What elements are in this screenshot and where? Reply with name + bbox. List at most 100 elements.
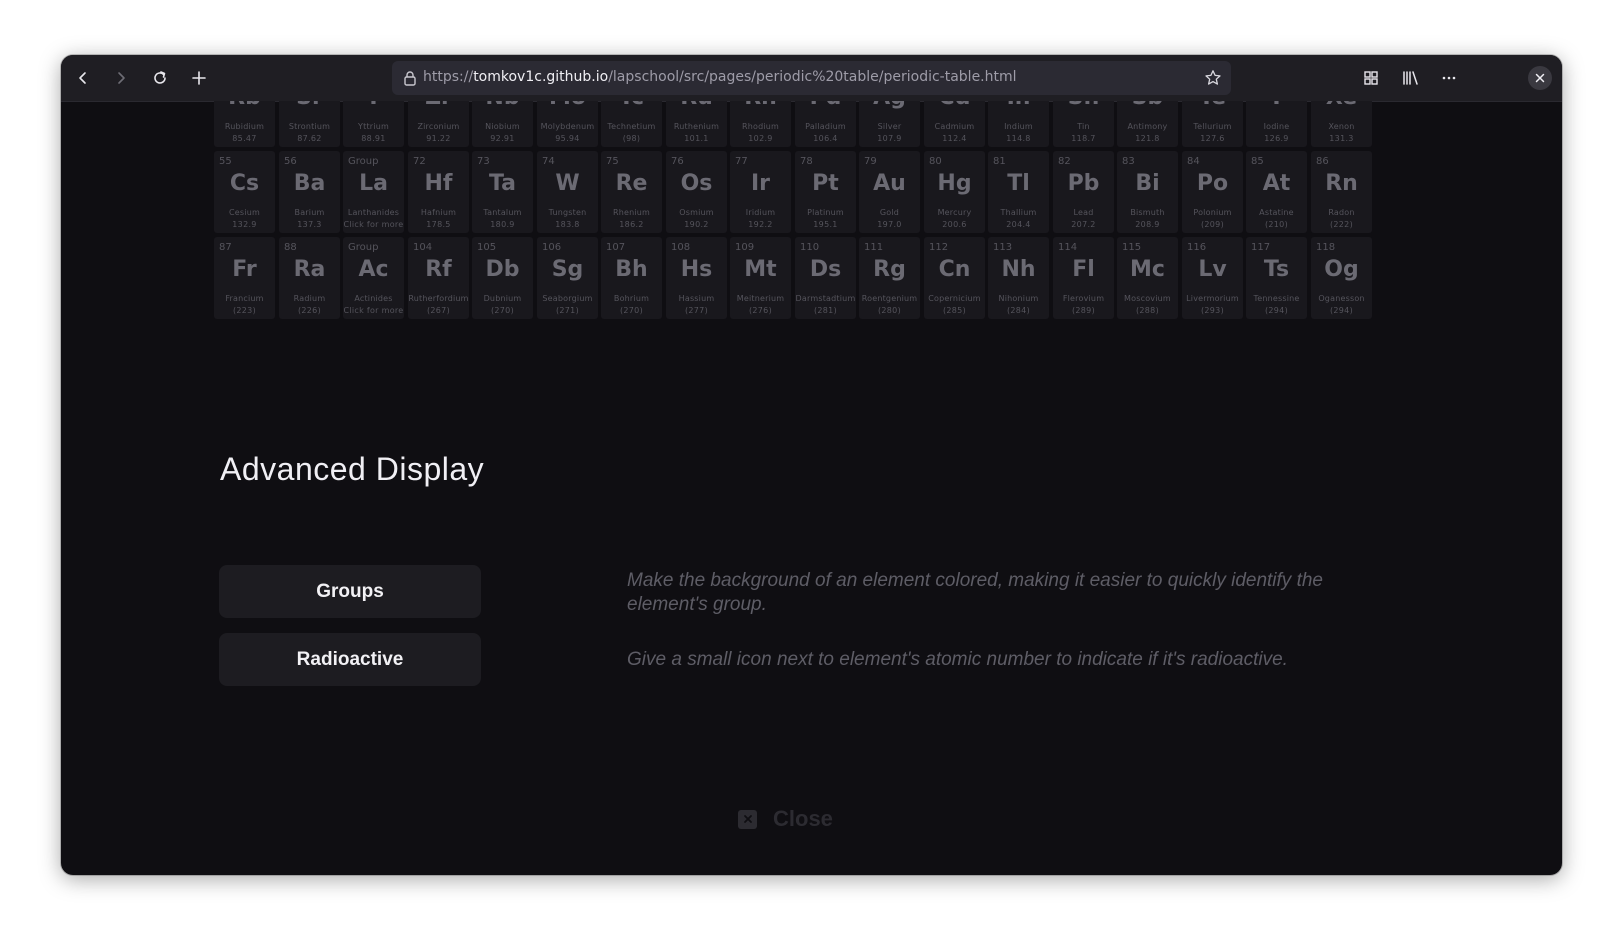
element-cell[interactable]: Sn Tin 118.7 (1053, 101, 1114, 147)
element-cell[interactable]: 81 Tl Thallium 204.4 (988, 151, 1049, 233)
element-cell[interactable]: Sb Antimony 121.8 (1117, 101, 1178, 147)
extensions-button[interactable] (1355, 62, 1387, 94)
element-mass: (210) (1264, 220, 1288, 229)
element-cell[interactable]: Mo Molybdenum 95.94 (537, 101, 598, 147)
groups-button[interactable]: Groups (219, 565, 481, 618)
element-cell[interactable]: Xe Xenon 131.3 (1311, 101, 1372, 147)
more-menu-button[interactable] (1433, 62, 1465, 94)
window-close-button[interactable] (1528, 66, 1552, 90)
element-cell[interactable]: 108 Hs Hassium (277) (666, 237, 727, 319)
element-cell[interactable]: Te Tellurium 127.6 (1182, 101, 1243, 147)
element-cell[interactable]: Zr Zirconium 91.22 (408, 101, 469, 147)
element-mass: 190.2 (684, 220, 709, 229)
new-tab-icon (192, 71, 206, 85)
element-cell[interactable]: Sr Strontium 87.62 (279, 101, 340, 147)
element-cell[interactable]: Rb Rubidium 85.47 (214, 101, 275, 147)
element-cell[interactable]: Cd Cadmium 112.4 (924, 101, 985, 147)
element-cell[interactable]: 105 Db Dubnium (270) (472, 237, 533, 319)
element-cell[interactable]: Ag Silver 107.9 (859, 101, 920, 147)
element-cell[interactable]: 113 Nh Nihonium (284) (988, 237, 1049, 319)
element-cell[interactable]: 107 Bh Bohrium (270) (601, 237, 662, 319)
element-cell[interactable]: Group La Lanthanides Click for more (343, 151, 404, 233)
element-name: Zirconium (417, 122, 460, 131)
element-cell[interactable]: 82 Pb Lead 207.2 (1053, 151, 1114, 233)
forward-button[interactable] (105, 62, 137, 94)
element-cell[interactable]: 115 Mc Moscovium (288) (1117, 237, 1178, 319)
element-cell[interactable]: 110 Ds Darmstadtium (281) (795, 237, 856, 319)
element-symbol: Mo (537, 101, 598, 110)
element-cell[interactable]: 56 Ba Barium 137.3 (279, 151, 340, 233)
element-mass: 137.3 (297, 220, 322, 229)
element-cell[interactable]: 109 Mt Meitnerium (276) (730, 237, 791, 319)
new-tab-button[interactable] (183, 62, 215, 94)
element-number: Group (348, 242, 379, 253)
radioactive-button[interactable]: Radioactive (219, 633, 481, 686)
element-cell[interactable]: Tc Technetium (98) (601, 101, 662, 147)
element-symbol: Ra (293, 257, 326, 282)
element-cell[interactable]: 83 Bi Bismuth 208.9 (1117, 151, 1178, 233)
element-number: 73 (477, 156, 490, 167)
element-number: 117 (1251, 242, 1271, 253)
element-cell[interactable]: 88 Ra Radium (226) (279, 237, 340, 319)
element-symbol: Hs (680, 257, 713, 282)
element-mass: 197.0 (877, 220, 902, 229)
back-button[interactable] (67, 62, 99, 94)
element-cell[interactable]: 104 Rf Rutherfordium (267) (408, 237, 469, 319)
element-symbol: Cd (924, 101, 985, 110)
element-cell[interactable]: 111 Rg Roentgenium (280) (859, 237, 920, 319)
library-button[interactable] (1394, 62, 1426, 94)
url-prefix: https:// (423, 69, 474, 85)
element-cell[interactable]: 116 Lv Livermorium (293) (1182, 237, 1243, 319)
element-cell[interactable]: 76 Os Osmium 190.2 (666, 151, 727, 233)
bookmark-star-icon[interactable] (1204, 69, 1222, 87)
reload-button[interactable] (144, 62, 176, 94)
element-cell[interactable]: 86 Rn Radon (222) (1311, 151, 1372, 233)
element-cell[interactable]: 85 At Astatine (210) (1246, 151, 1307, 233)
element-cell[interactable]: Pd Palladium 106.4 (795, 101, 856, 147)
address-bar[interactable]: https://tomkov1c.github.io/lapschool/src… (392, 61, 1231, 95)
element-cell[interactable]: 73 Ta Tantalum 180.9 (472, 151, 533, 233)
element-name: Flerovium (1062, 294, 1105, 303)
element-mass: 204.4 (1006, 220, 1031, 229)
element-cell[interactable]: 78 Pt Platinum 195.1 (795, 151, 856, 233)
element-mass: 183.8 (555, 220, 580, 229)
close-button[interactable]: Close (738, 801, 833, 837)
element-cell[interactable]: 106 Sg Seaborgium (271) (537, 237, 598, 319)
element-cell[interactable]: 84 Po Polonium (209) (1182, 151, 1243, 233)
element-cell[interactable]: 87 Fr Francium (223) (214, 237, 275, 319)
radioactive-description: Give a small icon next to element's atom… (627, 649, 1288, 670)
element-mass: (293) (1200, 306, 1224, 315)
element-cell[interactable]: 77 Ir Iridium 192.2 (730, 151, 791, 233)
element-cell[interactable]: 55 Cs Cesium 132.9 (214, 151, 275, 233)
element-cell[interactable]: 112 Cn Copernicium (285) (924, 237, 985, 319)
element-cell[interactable]: In Indium 114.8 (988, 101, 1049, 147)
element-name: Lead (1073, 208, 1094, 217)
element-symbol: At (1262, 171, 1291, 196)
element-cell[interactable]: 114 Fl Flerovium (289) (1053, 237, 1114, 319)
element-mass: 186.2 (619, 220, 644, 229)
element-name: Bohrium (613, 294, 650, 303)
element-cell[interactable]: Y Yttrium 88.91 (343, 101, 404, 147)
element-symbol: Og (1324, 257, 1359, 282)
element-symbol: In (988, 101, 1049, 110)
element-cell[interactable]: I Iodine 126.9 (1246, 101, 1307, 147)
element-cell[interactable]: 75 Re Rhenium 186.2 (601, 151, 662, 233)
element-cell[interactable]: 74 W Tungsten 183.8 (537, 151, 598, 233)
element-cell[interactable]: Ru Ruthenium 101.1 (666, 101, 727, 147)
element-cell[interactable]: Rh Rhodium 102.9 (730, 101, 791, 147)
element-cell[interactable]: 118 Og Oganesson (294) (1311, 237, 1372, 319)
element-cell[interactable]: 117 Ts Tennessine (294) (1246, 237, 1307, 319)
element-cell[interactable]: 80 Hg Mercury 200.6 (924, 151, 985, 233)
element-cell[interactable]: 72 Hf Hafnium 178.5 (408, 151, 469, 233)
element-symbol: Pd (795, 101, 856, 110)
element-mass: (223) (232, 306, 256, 315)
url-text[interactable]: https://tomkov1c.github.io/lapschool/src… (423, 69, 1017, 85)
element-symbol: Ac (358, 257, 389, 282)
element-mass: 87.62 (297, 134, 322, 143)
element-name: Mercury (937, 208, 972, 217)
element-cell[interactable]: Group Ac Actinides Click for more (343, 237, 404, 319)
element-cell[interactable]: Nb Niobium 92.91 (472, 101, 533, 147)
element-number: 113 (993, 242, 1013, 253)
element-cell[interactable]: 79 Au Gold 197.0 (859, 151, 920, 233)
element-number: 76 (671, 156, 684, 167)
